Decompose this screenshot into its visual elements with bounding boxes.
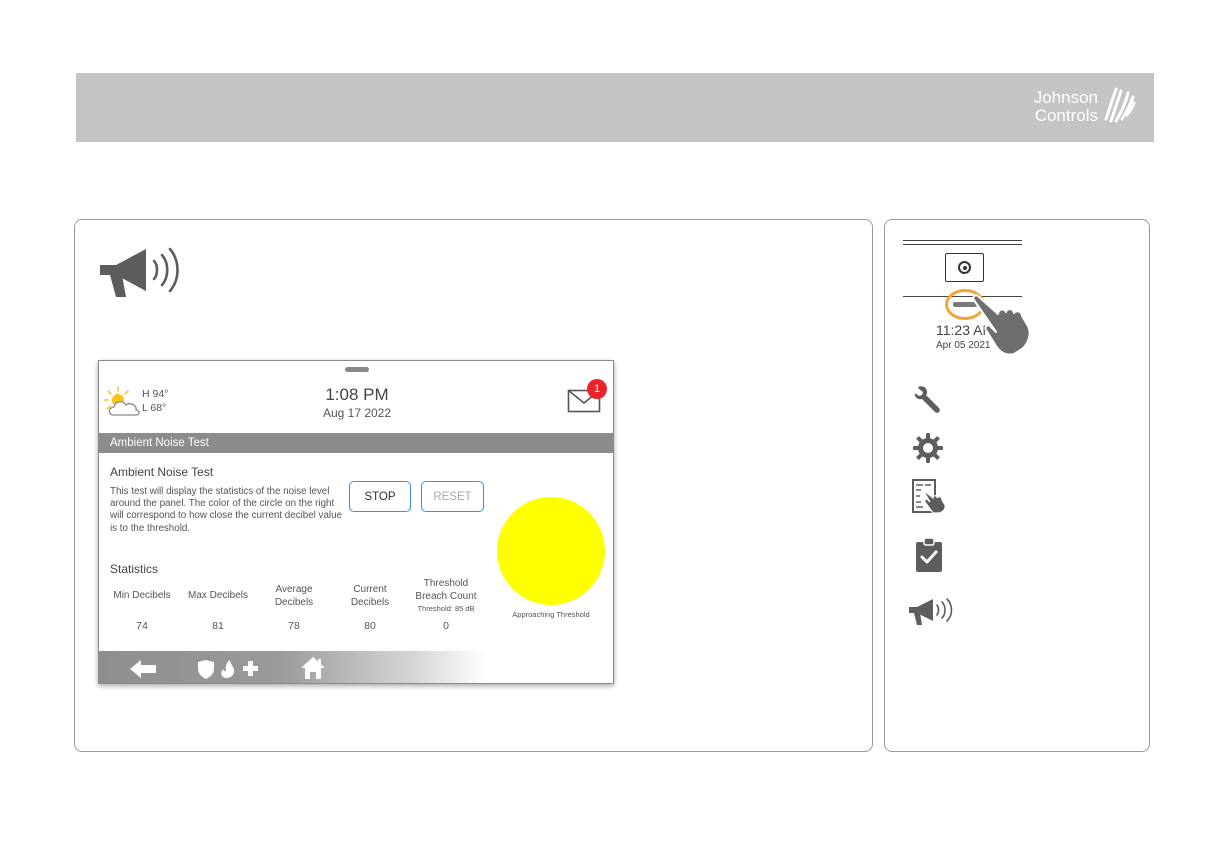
camera-button[interactable] [945,253,984,282]
wrench-icon [914,386,940,413]
stat-label-line-2: Decibels [274,596,314,608]
stat-label-line-1: Current [353,584,387,595]
back-arrow-icon[interactable] [129,659,157,679]
bottom-nav-bar [99,651,613,683]
megaphone-icon [100,247,179,297]
pull-down-handle[interactable] [345,367,369,372]
stat-label: Current Decibels [335,584,405,609]
clipboard-check-icon [916,537,942,572]
mail-badge: 1 [587,379,607,399]
stop-button[interactable]: STOP [349,481,411,512]
stat-label-line-1: Average [275,584,313,595]
panel-time: 1:08 PM [325,385,389,404]
test-description: This test will display the statistics of… [110,486,342,534]
home-icon[interactable] [299,655,327,681]
panel-screen: H 94° L 68° 1:08 PM Aug 17 2022 1 Ambien… [98,360,614,684]
noise-level-circle [497,497,605,605]
emergency-icon[interactable] [196,658,264,680]
reset-button[interactable]: RESET [421,481,484,512]
brand-line-2: Controls [1034,106,1098,125]
gear-icon [913,433,943,463]
johnson-controls-logo: Johnson Controls [1016,83,1136,135]
stat-value: 74 [136,620,148,632]
stat-label: Average Decibels [259,584,329,609]
panel-date: Aug 17 2022 [322,406,392,420]
panel-top-edge-line [903,240,1022,241]
pointing-hand-icon [972,294,1031,356]
brand-line-1: Johnson [1033,88,1098,107]
stat-label-line-2: Decibels [350,596,390,608]
megaphone-icon [909,598,953,625]
stat-label: Threshold Breach Count Threshold: 85 dB [410,578,482,616]
camera-lens-icon [958,261,971,274]
stat-value: 81 [212,620,224,632]
stat-value: 0 [443,620,449,632]
stat-value: 78 [288,620,300,632]
touch-panel-icon [912,479,946,514]
stat-value: 80 [364,620,376,632]
threshold-sub: Threshold: 85 dB [417,604,475,613]
stat-label-line-1: Threshold [423,578,469,589]
screen-title-bar: Ambient Noise Test [99,433,613,453]
brand-text: Johnson Controls [1016,89,1098,125]
test-heading: Ambient Noise Test [110,465,214,479]
brand-mark-icon [1104,87,1136,123]
circle-caption: Approaching Threshold [512,610,590,619]
statistics-heading: Statistics [110,562,159,576]
stat-label: Min Decibels [113,590,171,601]
stat-label: Max Decibels [187,590,249,601]
panel-top-edge-line [903,244,1022,245]
header-banner: Johnson Controls [76,73,1154,142]
stat-label-line-2: Breach Count [415,590,477,602]
